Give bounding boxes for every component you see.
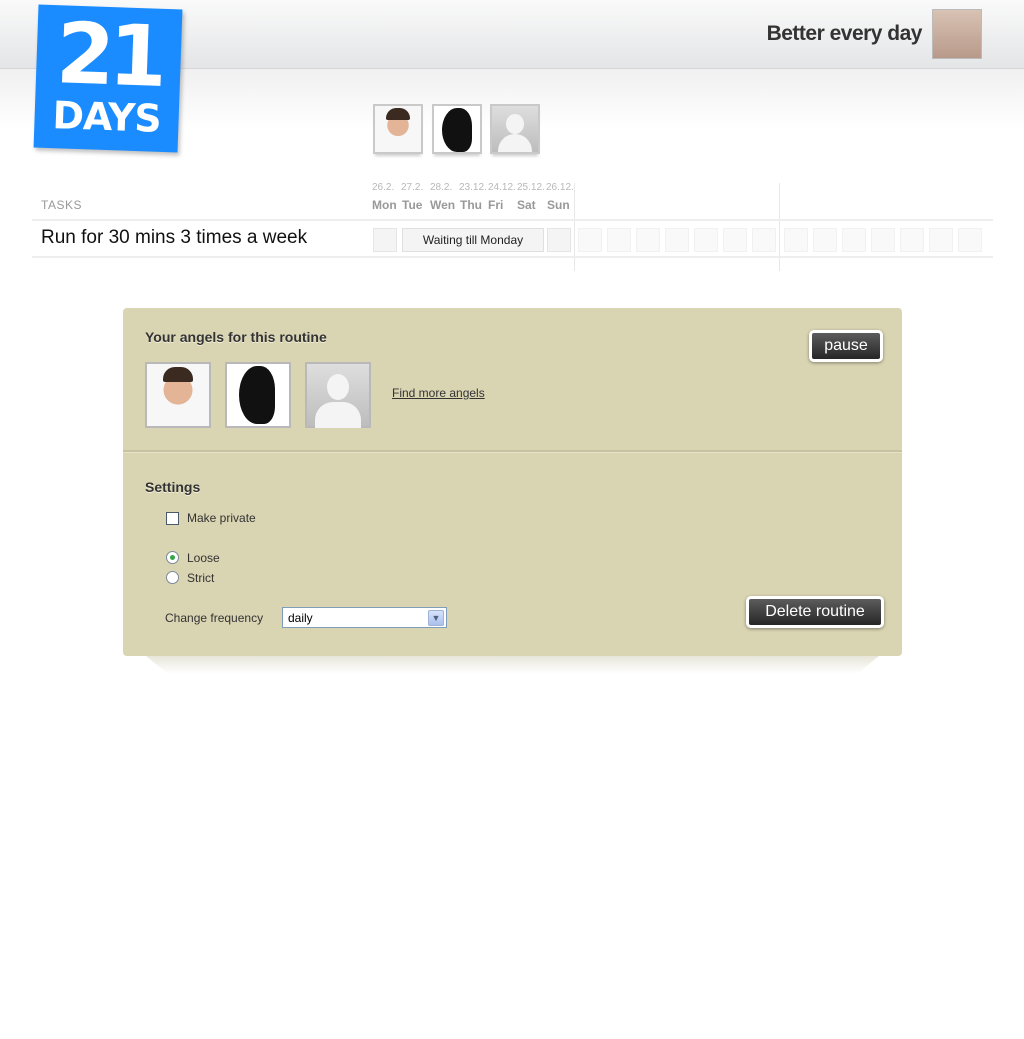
logo-number: 21: [54, 4, 163, 106]
day-date: 26.2.: [372, 182, 395, 193]
routine-panel: Your angels for this routine pause Find …: [123, 308, 902, 656]
make-private-label: Make private: [187, 511, 256, 525]
user-avatar[interactable]: [932, 9, 982, 59]
loose-radio[interactable]: [166, 551, 179, 564]
find-more-angels-link[interactable]: Find more angels: [392, 386, 485, 400]
day-name: Fri: [488, 198, 504, 212]
settings-title: Settings: [145, 479, 201, 495]
logo[interactable]: 21 DAYS: [33, 4, 183, 153]
day-date: 25.12.: [517, 182, 545, 193]
pause-button[interactable]: pause: [809, 330, 883, 362]
day-cell: [723, 228, 747, 252]
angel-avatar-placeholder[interactable]: [490, 104, 540, 154]
panel-shadow: [146, 656, 879, 674]
logo-word: DAYS: [51, 93, 162, 141]
day-cell: [636, 228, 660, 252]
angel-photo-2[interactable]: [225, 362, 291, 428]
day-date: 26.12.: [546, 182, 574, 193]
day-date: 27.2.: [401, 182, 424, 193]
frequency-value: daily: [288, 611, 313, 625]
angel-photo-placeholder[interactable]: [305, 362, 371, 428]
day-cell: [929, 228, 953, 252]
day-cell: [813, 228, 837, 252]
panel-divider: [123, 450, 902, 453]
angel-avatar-1[interactable]: [373, 104, 423, 154]
day-date: 28.2.: [430, 182, 453, 193]
waiting-status: Waiting till Monday: [402, 228, 544, 252]
angels-section-title: Your angels for this routine: [145, 329, 327, 345]
day-name: Sun: [547, 198, 570, 212]
day-cell: [871, 228, 895, 252]
day-cell[interactable]: [547, 228, 571, 252]
tagline: Better every day: [766, 22, 923, 45]
frequency-label: Change frequency: [165, 611, 264, 625]
day-date: 24.12.: [488, 182, 516, 193]
day-cell: [752, 228, 776, 252]
chevron-down-icon[interactable]: ▼: [428, 610, 444, 626]
day-cell: [784, 228, 808, 252]
row-divider: [32, 219, 993, 221]
day-cell: [607, 228, 631, 252]
angel-photo-1[interactable]: [145, 362, 211, 428]
day-name: Mon: [372, 198, 397, 212]
day-cell: [694, 228, 718, 252]
strict-label: Strict: [187, 571, 215, 585]
day-cell: [665, 228, 689, 252]
delete-routine-button[interactable]: Delete routine: [746, 596, 884, 628]
task-name[interactable]: Run for 30 mins 3 times a week: [41, 227, 307, 249]
row-divider: [32, 256, 993, 258]
angel-avatar-2[interactable]: [432, 104, 482, 154]
make-private-checkbox[interactable]: [166, 512, 179, 525]
day-date: 23.12.: [459, 182, 487, 193]
day-cell[interactable]: [373, 228, 397, 252]
day-name: Tue: [402, 198, 423, 212]
frequency-select[interactable]: daily ▼: [282, 607, 447, 628]
day-name: Thu: [460, 198, 482, 212]
day-cell: [842, 228, 866, 252]
day-name: Wen: [430, 198, 456, 212]
day-cell: [578, 228, 602, 252]
day-cell: [958, 228, 982, 252]
day-name: Sat: [517, 198, 536, 212]
tasks-column-header: TASKS: [41, 198, 82, 212]
loose-label: Loose: [187, 551, 220, 565]
strict-radio[interactable]: [166, 571, 179, 584]
day-cell: [900, 228, 924, 252]
